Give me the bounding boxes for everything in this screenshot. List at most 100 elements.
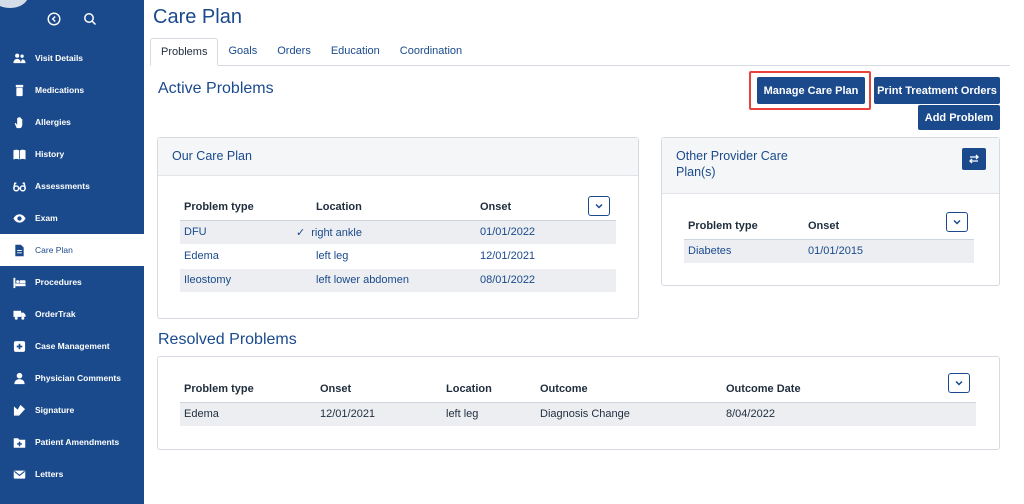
procedures-icon: [12, 275, 26, 289]
sidebar-item-letters[interactable]: Letters: [0, 458, 144, 490]
column-header: Location: [442, 376, 536, 403]
column-header: Location: [288, 194, 476, 221]
location-cell: ✓ right ankle: [288, 220, 476, 245]
location-cell: left leg: [442, 402, 536, 427]
sidebar-item-physician-comments[interactable]: Physician Comments: [0, 362, 144, 394]
our-care-plan-title: Our Care Plan: [158, 138, 638, 176]
sidebar-item-medications[interactable]: Medications: [0, 74, 144, 106]
sidebar-item-label: Signature: [35, 405, 75, 415]
column-header: Problem type: [180, 376, 316, 403]
problem-type-cell: Ileostomy: [180, 268, 288, 293]
other-provider-table: Problem type Onset Diabetes 01/01/2015: [684, 213, 974, 264]
sidebar-item-label: History: [35, 149, 65, 159]
location-cell: left lower abdomen: [288, 268, 476, 293]
swap-button[interactable]: [962, 148, 986, 170]
truck-icon: [12, 307, 26, 321]
collapse-icon[interactable]: [47, 11, 61, 31]
sidebar-item-label: Allergies: [35, 117, 71, 127]
table-row[interactable]: Edema 12/01/2021 left leg Diagnosis Chan…: [180, 402, 976, 427]
sidebar-item-history[interactable]: History: [0, 138, 144, 170]
onset-cell: 01/01/2015: [804, 239, 974, 264]
sidebar: Visit Details Medications Allergies Hist…: [0, 0, 144, 504]
print-treatment-orders-button[interactable]: Print Treatment Orders: [874, 77, 1000, 104]
table-row[interactable]: DFU ✓ right ankle 01/01/2022: [180, 220, 616, 245]
location-text: right ankle: [311, 226, 362, 239]
signature-icon: [12, 403, 26, 417]
table-row[interactable]: Diabetes 01/01/2015: [684, 239, 974, 264]
location-cell: left leg: [288, 244, 476, 269]
active-problems-title: Active Problems: [158, 80, 274, 97]
sidebar-item-label: Assessments: [35, 181, 90, 191]
sidebar-item-case-management[interactable]: Case Management: [0, 330, 144, 362]
swap-icon: [969, 154, 979, 164]
problem-type-cell: DFU: [180, 220, 288, 245]
sidebar-item-signature[interactable]: Signature: [0, 394, 144, 426]
onset-cell: 12/01/2021: [316, 402, 442, 427]
sidebar-item-allergies[interactable]: Allergies: [0, 106, 144, 138]
document-icon: [12, 243, 26, 257]
sidebar-item-label: Procedures: [35, 277, 82, 287]
column-header: Onset: [476, 194, 616, 221]
column-header: Onset: [316, 376, 442, 403]
other-provider-title: Other Provider Care Plan(s): [676, 149, 788, 179]
sidebar-item-label: Case Management: [35, 341, 110, 351]
outcome-cell: Diagnosis Change: [536, 402, 722, 427]
sidebar-top: [0, 0, 144, 42]
avatar[interactable]: [0, 0, 28, 8]
sidebar-item-assessments[interactable]: Assessments: [0, 170, 144, 202]
sidebar-item-label: Care Plan: [35, 245, 73, 255]
sidebar-item-label: Medications: [35, 85, 85, 95]
folder-plus-icon: [12, 435, 26, 449]
tab-education[interactable]: Education: [321, 38, 390, 66]
other-provider-header: Other Provider Care Plan(s): [662, 138, 999, 194]
medical-case-icon: [12, 339, 26, 353]
onset-cell: 12/01/2021: [476, 244, 616, 269]
hand-icon: [12, 115, 26, 129]
glasses-icon: [12, 179, 26, 193]
page-title: Care Plan: [153, 6, 242, 28]
problem-type-cell: Diabetes: [684, 239, 804, 264]
search-icon[interactable]: [83, 12, 97, 31]
sidebar-item-label: Exam: [35, 213, 58, 223]
sidebar-item-procedures[interactable]: Procedures: [0, 266, 144, 298]
sidebar-item-patient-amendments[interactable]: Patient Amendments: [0, 426, 144, 458]
tab-problems[interactable]: Problems: [150, 38, 219, 66]
problem-type-cell: Edema: [180, 402, 316, 427]
table-row[interactable]: Ileostomy left lower abdomen 08/01/2022: [180, 268, 616, 293]
user-icon: [12, 371, 26, 385]
outcome-date-cell: 8/04/2022: [722, 402, 976, 427]
manage-care-plan-button[interactable]: Manage Care Plan: [757, 77, 865, 104]
pill-bottle-icon: [12, 83, 26, 97]
eye-icon: [12, 211, 26, 225]
resolved-problems-title: Resolved Problems: [158, 331, 297, 348]
sidebar-item-visit-details[interactable]: Visit Details: [0, 42, 144, 74]
sidebar-item-label: Patient Amendments: [35, 437, 120, 447]
sidebar-item-label: OrderTrak: [35, 309, 76, 319]
table-row[interactable]: Edema left leg 12/01/2021: [180, 244, 616, 269]
checkmark-icon: ✓: [296, 226, 306, 239]
other-provider-card: Other Provider Care Plan(s) Problem type…: [661, 137, 1000, 286]
add-problem-button[interactable]: Add Problem: [918, 105, 1000, 130]
tab-bar: Problems Goals Orders Education Coordina…: [150, 38, 1010, 66]
sidebar-item-label: Visit Details: [35, 53, 84, 63]
sidebar-item-care-plan[interactable]: Care Plan: [0, 234, 144, 266]
sidebar-item-ordertrak[interactable]: OrderTrak: [0, 298, 144, 330]
tab-orders[interactable]: Orders: [267, 38, 321, 66]
sidebar-item-label: Physician Comments: [35, 373, 121, 383]
users-icon: [12, 51, 26, 65]
our-care-plan-card: Our Care Plan Problem type Location Onse…: [157, 137, 639, 319]
envelope-icon: [12, 467, 26, 481]
column-header: Outcome Date: [722, 376, 976, 403]
resolved-problems-card: Problem type Onset Location Outcome Outc…: [157, 356, 1000, 450]
sidebar-item-label: Letters: [35, 469, 64, 479]
column-header: Problem type: [684, 213, 804, 240]
column-header: Onset: [804, 213, 974, 240]
tab-coordination[interactable]: Coordination: [390, 38, 472, 66]
our-care-plan-table: Problem type Location Onset DFU ✓ right a…: [180, 194, 616, 293]
tab-goals[interactable]: Goals: [218, 38, 267, 66]
resolved-problems-table: Problem type Onset Location Outcome Outc…: [180, 376, 976, 427]
column-header: Outcome: [536, 376, 722, 403]
sidebar-item-exam[interactable]: Exam: [0, 202, 144, 234]
book-icon: [12, 147, 26, 161]
onset-cell: 08/01/2022: [476, 268, 616, 293]
